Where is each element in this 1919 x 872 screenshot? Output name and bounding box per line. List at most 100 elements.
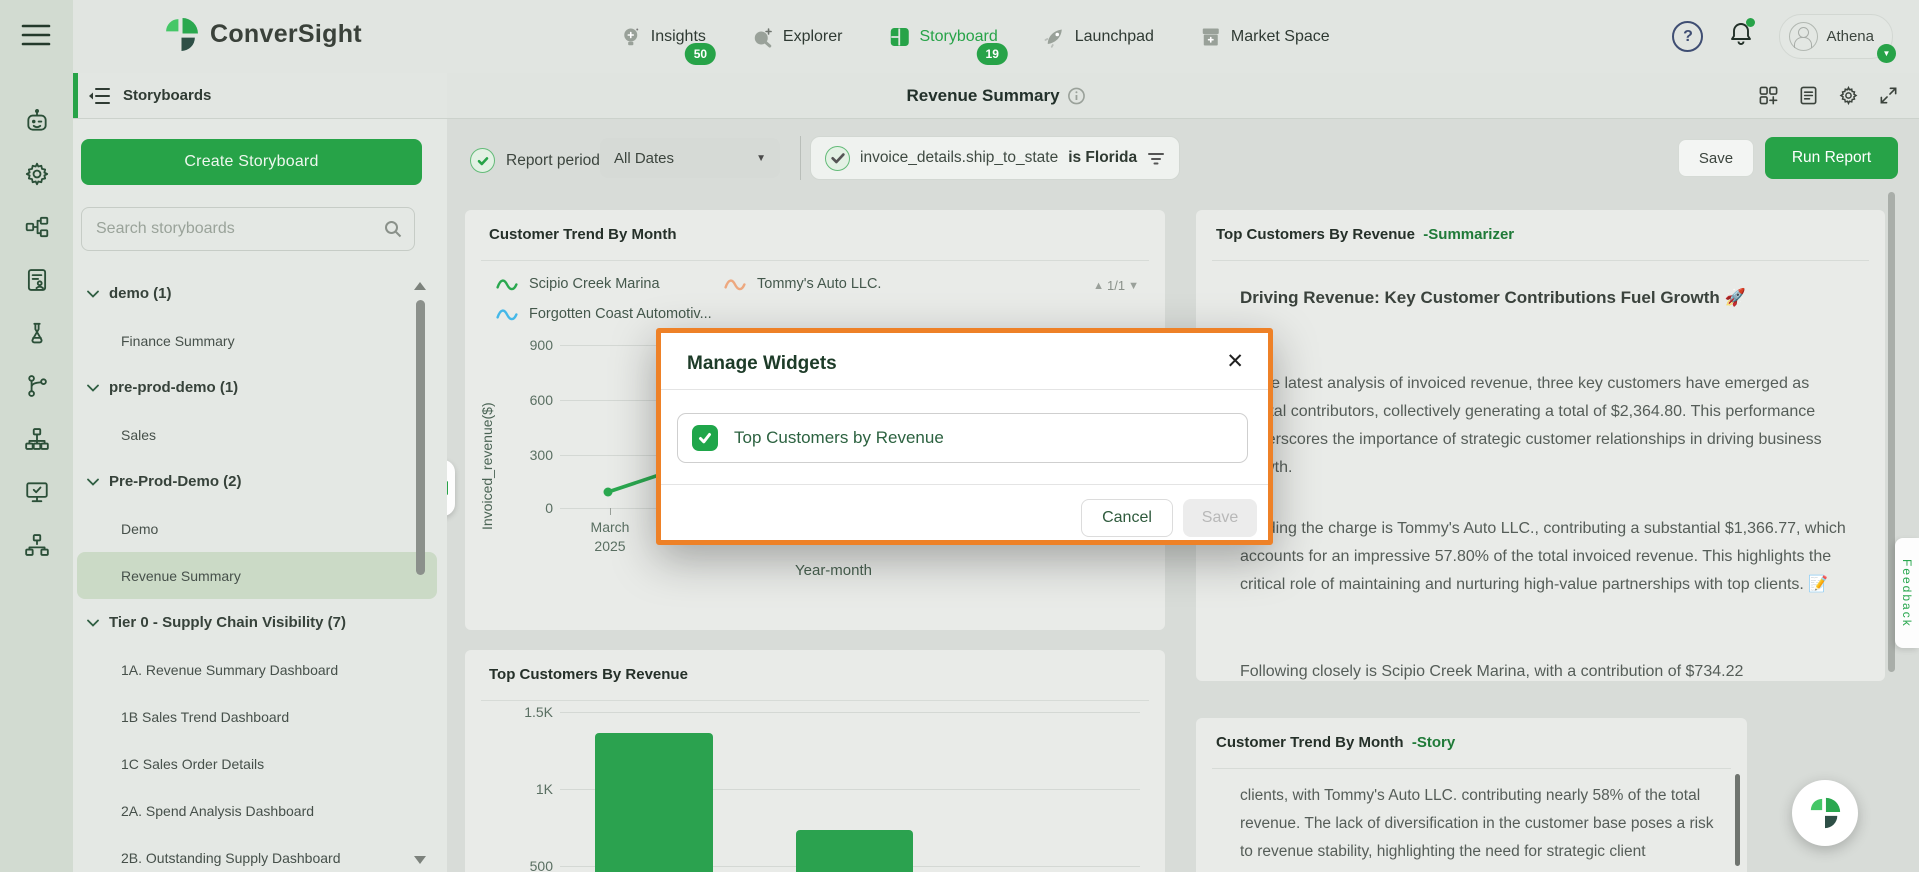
topbar-actions: ? Athena ▼ [1672, 0, 1893, 73]
info-icon[interactable] [1068, 87, 1086, 105]
report-period-value: All Dates [614, 150, 674, 167]
chevron-down-icon: ▼ [756, 153, 766, 164]
sitemap-icon[interactable] [24, 426, 50, 452]
scroll-up-arrow-icon[interactable] [414, 282, 426, 290]
tree-item-sales[interactable]: Sales [73, 411, 447, 458]
integrations-nodes-icon[interactable] [24, 214, 50, 240]
legend-scipio-creek-marina[interactable]: Scipio Creek Marina [495, 276, 660, 292]
scroll-down-arrow-icon[interactable] [414, 856, 426, 864]
save-button-disabled[interactable]: Save [1183, 499, 1257, 537]
assistant-fab[interactable] [1792, 780, 1858, 846]
org-chart-icon[interactable] [24, 532, 50, 558]
nav-item-launchpad[interactable]: Launchpad [1044, 26, 1154, 48]
story-tag: -Story [1412, 734, 1455, 751]
run-report-button[interactable]: Run Report [1765, 137, 1898, 179]
conversight-logo-icon [1808, 796, 1842, 830]
cancel-button[interactable]: Cancel [1081, 499, 1173, 537]
pipeline-branch-icon[interactable] [24, 373, 50, 399]
filter-value: is Florida [1068, 149, 1137, 167]
chevron-down-icon [87, 478, 99, 486]
manage-widgets-modal: Manage Widgets ✕ Top Customers by Revenu… [656, 328, 1273, 545]
app-window: ConverSight Insights 50 Explorer Storybo… [0, 0, 1919, 872]
chevron-down-icon: ▼ [1877, 44, 1896, 63]
tree-item-2b-outstanding-supply[interactable]: 2B. Outstanding Supply Dashboard [73, 834, 447, 872]
close-icon[interactable]: ✕ [1226, 351, 1244, 372]
bar-scipio-creek[interactable] [796, 830, 913, 872]
legend-tommys-auto[interactable]: Tommy's Auto LLC. [723, 276, 881, 292]
widget-option-top-customers[interactable]: Top Customers by Revenue [677, 413, 1248, 463]
story-scrollbar-thumb[interactable] [1735, 774, 1740, 866]
hamburger-menu-icon[interactable] [21, 22, 51, 48]
card-title: Top Customers By Revenue -Summarizer [1216, 226, 1514, 243]
tree-item-1b-sales-trend[interactable]: 1B Sales Trend Dashboard [73, 693, 447, 740]
feedback-tab[interactable]: Feedback [1895, 538, 1919, 648]
summarizer-paragraph: Leading the charge is Tommy's Auto LLC.,… [1240, 515, 1854, 599]
summarizer-card: Top Customers By Revenue -Summarizer Dri… [1196, 210, 1885, 681]
x-tick-label: March2025 [570, 518, 650, 556]
filter-lines-icon[interactable] [1147, 150, 1165, 166]
gear-icon[interactable] [1838, 85, 1859, 106]
nav-label: Market Space [1231, 28, 1330, 46]
brand-logo[interactable]: ConverSight [163, 16, 362, 53]
divider [1212, 768, 1731, 769]
tree-group-demo[interactable]: demo (1) [73, 270, 447, 317]
y-tick: 900 [498, 337, 553, 353]
tree-item-finance-summary[interactable]: Finance Summary [73, 317, 447, 364]
divider [481, 260, 1149, 261]
tree-item-1c-sales-order[interactable]: 1C Sales Order Details [73, 740, 447, 787]
nav-item-storyboard[interactable]: Storyboard 19 [888, 26, 997, 48]
notes-icon[interactable] [1798, 85, 1819, 106]
save-report-button[interactable]: Save [1678, 139, 1754, 177]
settings-gear-icon[interactable] [24, 161, 50, 187]
tree-group-pre-prod-demo[interactable]: pre-prod-demo (1) [73, 364, 447, 411]
tree-group-pre-prod-demo-2[interactable]: Pre-Prod-Demo (2) [73, 458, 447, 505]
nav-item-insights[interactable]: Insights 50 [620, 26, 706, 48]
pager-up-icon[interactable]: ▲ [1093, 280, 1104, 292]
storyboards-panel-header: Storyboards [73, 73, 447, 118]
gridline [560, 712, 1140, 713]
user-menu[interactable]: Athena ▼ [1779, 14, 1893, 59]
notifications-bell-icon[interactable] [1729, 21, 1753, 52]
nav-item-explorer[interactable]: Explorer [752, 26, 843, 48]
story-card: Customer Trend By Month -Story clients, … [1196, 718, 1747, 872]
tree-scrollbar-thumb[interactable] [416, 300, 425, 575]
monitor-check-icon[interactable] [24, 479, 50, 505]
labs-flask-icon[interactable] [24, 320, 50, 346]
help-icon[interactable]: ? [1672, 21, 1703, 52]
tree-item-revenue-summary[interactable]: Revenue Summary [77, 552, 437, 599]
expand-icon[interactable] [1878, 85, 1899, 106]
card-title: Top Customers By Revenue [489, 666, 688, 683]
create-storyboard-button[interactable]: Create Storyboard [81, 139, 422, 185]
tree-item-2a-spend-analysis[interactable]: 2A. Spend Analysis Dashboard [73, 787, 447, 834]
data-point[interactable] [604, 488, 613, 497]
ship-to-state-filter-chip[interactable]: invoice_details.ship_to_state is Florida [810, 136, 1180, 180]
search-icon[interactable] [384, 220, 402, 238]
tree-item-1a-revenue-summary[interactable]: 1A. Revenue Summary Dashboard [73, 646, 447, 693]
insights-count-badge: 50 [685, 43, 716, 65]
active-stripe [73, 73, 78, 118]
manage-widgets-icon[interactable] [1758, 85, 1779, 106]
page-scrollbar-thumb[interactable] [1888, 192, 1895, 672]
report-doc-user-icon[interactable] [24, 267, 50, 293]
tree-group-tier0[interactable]: Tier 0 - Supply Chain Visibility (7) [73, 599, 447, 646]
conversight-logo-icon [163, 16, 200, 53]
storyboard-tree: demo (1) Finance Summary pre-prod-demo (… [73, 270, 447, 872]
card-title: Customer Trend By Month -Story [1216, 734, 1455, 751]
summarizer-paragraph: Following closely is Scipio Creek Marina… [1240, 658, 1854, 681]
y-tick: 0 [498, 500, 553, 516]
collapse-list-icon[interactable] [87, 86, 111, 106]
top-navbar: ConverSight Insights 50 Explorer Storybo… [73, 0, 1919, 73]
pager-down-icon[interactable]: ▼ [1128, 280, 1139, 292]
nav-item-market-space[interactable]: Market Space [1200, 26, 1330, 48]
bar-tommys-auto[interactable] [595, 733, 713, 872]
tree-item-demo[interactable]: Demo [73, 505, 447, 552]
legend-forgotten-coast[interactable]: Forgotten Coast Automotiv... [495, 306, 712, 322]
chevron-down-icon [87, 384, 99, 392]
feedback-label: Feedback [1900, 559, 1914, 628]
checkbox-checked-icon[interactable] [692, 425, 718, 451]
search-input[interactable] [82, 220, 384, 238]
report-period-filter: Report period [470, 148, 600, 173]
report-period-select[interactable]: All Dates ▼ [600, 138, 780, 178]
assistant-bot-icon[interactable] [24, 108, 50, 134]
nav-label: Launchpad [1075, 28, 1154, 46]
